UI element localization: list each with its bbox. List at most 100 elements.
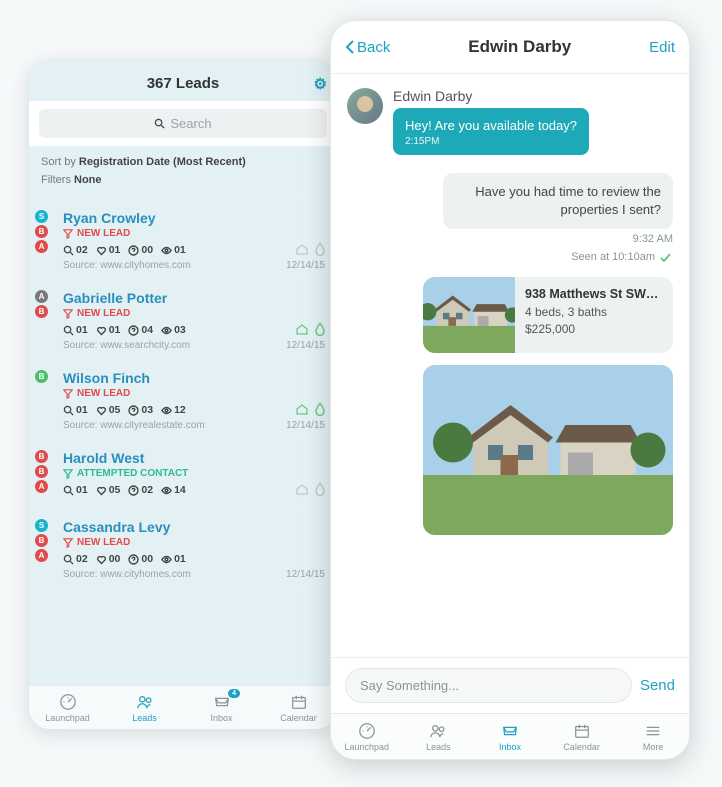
lead-metrics: 01 05 03 12 xyxy=(63,404,325,416)
home-icon xyxy=(295,322,309,336)
inbox-badge: 4 xyxy=(228,689,240,698)
search-count-icon xyxy=(63,485,74,496)
lead-item[interactable]: B B A Harold West ATTEMPTED CONTACT 01 0… xyxy=(29,440,337,509)
listing-card[interactable]: 938 Matthews St SW… 4 beds, 3 baths $225… xyxy=(423,277,673,353)
tab-more[interactable]: More xyxy=(617,714,689,759)
tab-calendar[interactable]: Calendar xyxy=(546,714,618,759)
favorite-count-icon xyxy=(96,485,107,496)
lead-type-icons xyxy=(295,402,327,416)
lead-name: Ryan Crowley xyxy=(63,210,325,226)
leads-phone: 367 Leads ⚙ Search Sort by Registration … xyxy=(28,60,338,730)
chat-phone: Back Edwin Darby Edit Edwin Darby Hey! A… xyxy=(330,20,690,760)
more-icon xyxy=(643,722,663,740)
funnel-icon xyxy=(63,538,73,548)
lead-source: Source: www.cityhomes.com xyxy=(63,569,191,580)
tab-leads[interactable]: Leads xyxy=(106,686,183,729)
view-count-icon xyxy=(161,325,172,336)
property-image[interactable] xyxy=(423,365,673,535)
people-icon xyxy=(135,693,155,711)
lead-name: Wilson Finch xyxy=(63,370,325,386)
edit-button[interactable]: Edit xyxy=(649,39,675,56)
home-icon xyxy=(295,242,309,256)
home-icon xyxy=(295,402,309,416)
leads-list: S B A Ryan Crowley NEW LEAD 02 01 00 01 … xyxy=(29,200,337,685)
send-button[interactable]: Send xyxy=(640,677,675,694)
lead-metrics: 01 01 04 03 xyxy=(63,324,325,336)
bottom-tabs: Launchpad Leads 4 Inbox Calendar xyxy=(29,685,337,729)
bottom-tabs: Launchpad Leads Inbox Calendar More xyxy=(331,713,689,759)
search-count-icon xyxy=(63,554,74,565)
badge-icon: B xyxy=(35,370,48,383)
drop-icon xyxy=(313,402,327,416)
badge-icon: B xyxy=(35,534,48,547)
tab-calendar[interactable]: Calendar xyxy=(260,686,337,729)
badge-icon: A xyxy=(35,290,48,303)
tab-inbox[interactable]: 4 Inbox xyxy=(183,686,260,729)
badge-icon: S xyxy=(35,519,48,532)
tab-launchpad[interactable]: Launchpad xyxy=(29,686,106,729)
sort-label: Sort by xyxy=(41,156,76,168)
listing-specs: 4 beds, 3 baths xyxy=(525,304,658,321)
lead-date: 12/14/15 xyxy=(286,340,325,351)
lead-status: NEW LEAD xyxy=(63,537,325,548)
leads-header: 367 Leads ⚙ xyxy=(29,61,337,101)
lead-meta: Source: www.searchcity.com 12/14/15 xyxy=(63,340,325,351)
search-count-icon xyxy=(63,325,74,336)
tab-inbox[interactable]: Inbox xyxy=(474,714,546,759)
home-icon xyxy=(295,482,309,496)
funnel-icon xyxy=(63,469,73,479)
sort-filters[interactable]: Sort by Registration Date (Most Recent) … xyxy=(29,146,337,200)
badge-icon: B xyxy=(35,225,48,238)
search-input[interactable]: Search xyxy=(39,109,327,138)
drop-icon xyxy=(313,322,327,336)
lead-type-icons xyxy=(295,242,327,256)
sort-value: Registration Date (Most Recent) xyxy=(79,156,246,168)
lead-meta: Source: www.cityhomes.com 12/14/15 xyxy=(63,569,325,580)
filters-value: None xyxy=(74,174,102,186)
avatar[interactable] xyxy=(347,88,383,124)
lead-badges: S B A xyxy=(35,519,48,562)
house-image xyxy=(423,277,515,353)
lead-source: Source: www.cityhomes.com xyxy=(63,260,191,271)
message-input[interactable]: Say Something... xyxy=(345,668,632,703)
tab-launchpad[interactable]: Launchpad xyxy=(331,714,403,759)
search-count-icon xyxy=(63,245,74,256)
search-count-icon xyxy=(63,405,74,416)
question-count-icon xyxy=(128,325,139,336)
favorite-count-icon xyxy=(96,554,107,565)
check-icon xyxy=(659,252,671,262)
funnel-icon xyxy=(63,389,73,399)
sender-name: Edwin Darby xyxy=(393,88,589,104)
chat-header: Back Edwin Darby Edit xyxy=(331,21,689,74)
lead-item[interactable]: S B A Ryan Crowley NEW LEAD 02 01 00 01 … xyxy=(29,200,337,280)
settings-icon[interactable]: ⚙ xyxy=(314,75,327,93)
gauge-icon xyxy=(58,693,78,711)
back-button[interactable]: Back xyxy=(345,39,390,56)
compose-row: Say Something... Send xyxy=(331,657,689,713)
badge-icon: A xyxy=(35,240,48,253)
lead-badges: B xyxy=(35,370,48,383)
lead-item[interactable]: A B Gabrielle Potter NEW LEAD 01 01 04 0… xyxy=(29,280,337,360)
lead-item[interactable]: B Wilson Finch NEW LEAD 01 05 03 12 Sour… xyxy=(29,360,337,440)
funnel-icon xyxy=(63,229,73,239)
incoming-message: Edwin Darby Hey! Are you available today… xyxy=(347,88,673,155)
lead-item[interactable]: S B A Cassandra Levy NEW LEAD 02 00 00 0… xyxy=(29,509,337,589)
lead-type-icons xyxy=(295,322,327,336)
badge-icon: S xyxy=(35,210,48,223)
question-count-icon xyxy=(128,485,139,496)
badge-icon: A xyxy=(35,480,48,493)
badge-icon: B xyxy=(35,465,48,478)
listing-thumbnail xyxy=(423,277,515,353)
chat-title: Edwin Darby xyxy=(468,37,571,57)
lead-meta: Source: www.cityrealestate.com 12/14/15 xyxy=(63,420,325,431)
lead-date: 12/14/15 xyxy=(286,569,325,580)
tab-leads[interactable]: Leads xyxy=(403,714,475,759)
question-count-icon xyxy=(128,405,139,416)
lead-source: Source: www.cityrealestate.com xyxy=(63,420,205,431)
outgoing-message: Have you had time to review the properti… xyxy=(347,173,673,245)
message-bubble: Hey! Are you available today? 2:15PM xyxy=(393,108,589,155)
calendar-icon xyxy=(289,693,309,711)
chat-body: Edwin Darby Hey! Are you available today… xyxy=(331,74,689,657)
message-time: 9:32 AM xyxy=(347,233,673,245)
view-count-icon xyxy=(161,245,172,256)
